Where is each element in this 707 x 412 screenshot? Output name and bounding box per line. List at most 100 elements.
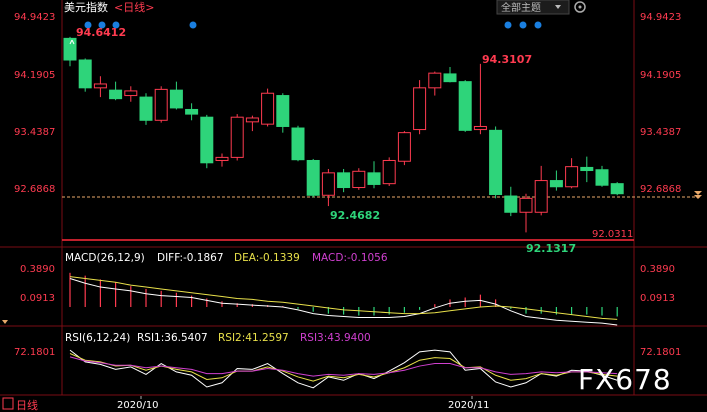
macd-diff-line xyxy=(69,278,618,326)
candle[interactable] xyxy=(489,126,503,199)
candle[interactable] xyxy=(276,93,290,133)
candle[interactable] xyxy=(63,36,77,67)
candle[interactable] xyxy=(337,168,351,193)
annotation-low-left: 92.4682 xyxy=(330,209,380,222)
candle-body xyxy=(245,117,259,123)
candle[interactable] xyxy=(428,71,442,96)
candle[interactable] xyxy=(306,158,320,198)
candle[interactable] xyxy=(200,114,214,169)
candle-body xyxy=(610,183,624,195)
price-label-right-0: 94.9423 xyxy=(640,12,681,23)
candles-layer xyxy=(63,36,624,233)
candle-body xyxy=(200,116,214,164)
candle[interactable] xyxy=(230,114,244,161)
macd-axis-right-0: 0.3890 xyxy=(640,264,675,275)
candle[interactable] xyxy=(261,88,275,127)
candle-body xyxy=(337,172,351,189)
macd-value-label: MACD:-0.1056 xyxy=(312,252,388,264)
candle-body xyxy=(78,59,92,89)
candle[interactable] xyxy=(565,158,579,189)
price-label-left-0: 94.9423 xyxy=(14,12,55,23)
kline-chart[interactable]: 美元指数 <日线> 全部主题 94.9423 94.1905 93.4387 9… xyxy=(0,0,707,412)
candle[interactable] xyxy=(519,193,533,233)
candle-body xyxy=(169,89,183,109)
event-dots xyxy=(84,21,542,29)
candle-body xyxy=(185,108,199,115)
candle[interactable] xyxy=(580,156,594,183)
candle[interactable] xyxy=(458,80,472,132)
candle-body xyxy=(565,166,579,188)
candle-body xyxy=(534,180,548,213)
rsi-axis-right: 72.1801 xyxy=(640,347,681,358)
price-label-left-3: 92.6868 xyxy=(14,184,55,195)
macd-layer xyxy=(69,272,618,326)
candle[interactable] xyxy=(382,157,396,186)
candle[interactable] xyxy=(291,125,305,162)
period-label[interactable]: <日线> xyxy=(114,0,154,14)
candle[interactable] xyxy=(169,81,183,110)
candle[interactable] xyxy=(549,170,563,191)
candle[interactable] xyxy=(352,168,366,190)
candle[interactable] xyxy=(413,80,427,135)
candle[interactable] xyxy=(124,86,138,102)
theme-selector-label: 全部主题 xyxy=(501,1,541,14)
candle-body xyxy=(109,89,123,100)
candle-body xyxy=(93,83,107,89)
candle-body xyxy=(504,195,518,213)
candle[interactable] xyxy=(154,86,168,123)
event-dot[interactable] xyxy=(504,21,512,29)
candle-body xyxy=(276,95,290,127)
watermark-logo: FX678 xyxy=(578,363,672,396)
candle[interactable] xyxy=(215,153,229,167)
price-label-right-3: 92.6868 xyxy=(640,184,681,195)
annotation-high-left: 94.6412 xyxy=(76,26,126,39)
candle-body xyxy=(489,129,503,195)
candle-body xyxy=(352,170,366,189)
candle-body xyxy=(154,88,168,121)
price-label-right-2: 93.4387 xyxy=(640,127,681,138)
candle[interactable] xyxy=(595,165,609,187)
price-axis-left: 94.9423 94.1905 93.4387 92.6868 xyxy=(14,12,55,195)
candle[interactable] xyxy=(610,182,624,196)
event-dot[interactable] xyxy=(534,21,542,29)
rsi1-label: RSI1:36.5407 xyxy=(137,332,208,344)
candle[interactable] xyxy=(367,161,381,189)
candle[interactable] xyxy=(473,63,487,135)
candle-body xyxy=(580,166,594,172)
candle-body xyxy=(413,87,427,131)
event-dot[interactable] xyxy=(519,21,527,29)
price-label-right-1: 94.1905 xyxy=(640,70,681,81)
candle-body xyxy=(261,92,275,125)
candle[interactable] xyxy=(245,115,259,132)
candle[interactable] xyxy=(185,103,199,121)
candle-body xyxy=(139,96,153,121)
candle[interactable] xyxy=(321,168,335,207)
price-axis-right: 94.9423 94.1905 93.4387 92.6868 xyxy=(640,12,681,195)
candle[interactable] xyxy=(397,131,411,166)
candle[interactable] xyxy=(504,186,518,217)
macd-axis-left-0: 0.3890 xyxy=(20,264,55,275)
candle-body xyxy=(291,127,305,161)
event-dot[interactable] xyxy=(189,21,197,29)
gear-icon[interactable] xyxy=(574,1,586,13)
period-icon[interactable] xyxy=(2,397,14,410)
rsi3-label: RSI3:43.9400 xyxy=(300,332,371,344)
candle[interactable] xyxy=(443,66,457,83)
candle[interactable] xyxy=(139,93,153,125)
candle[interactable] xyxy=(109,81,123,101)
candle-body xyxy=(321,172,335,196)
instrument-title: 美元指数 xyxy=(64,0,108,14)
candle-body xyxy=(63,37,77,61)
footer-period[interactable]: 日线 xyxy=(16,398,38,412)
candle-body xyxy=(367,172,381,185)
candle[interactable] xyxy=(78,58,92,92)
candle[interactable] xyxy=(534,165,548,216)
level-line-label: 92.0311 xyxy=(592,229,633,240)
macd-axis-right-1: 0.0913 xyxy=(640,293,675,304)
theme-selector[interactable]: 全部主题 xyxy=(496,0,570,15)
macd-dea-label: DEA:-0.1339 xyxy=(234,252,300,264)
candle[interactable] xyxy=(93,76,107,98)
rsi-layer xyxy=(69,349,618,389)
date-tick-0: 2020/10 xyxy=(117,400,159,411)
candle-body xyxy=(397,132,411,162)
